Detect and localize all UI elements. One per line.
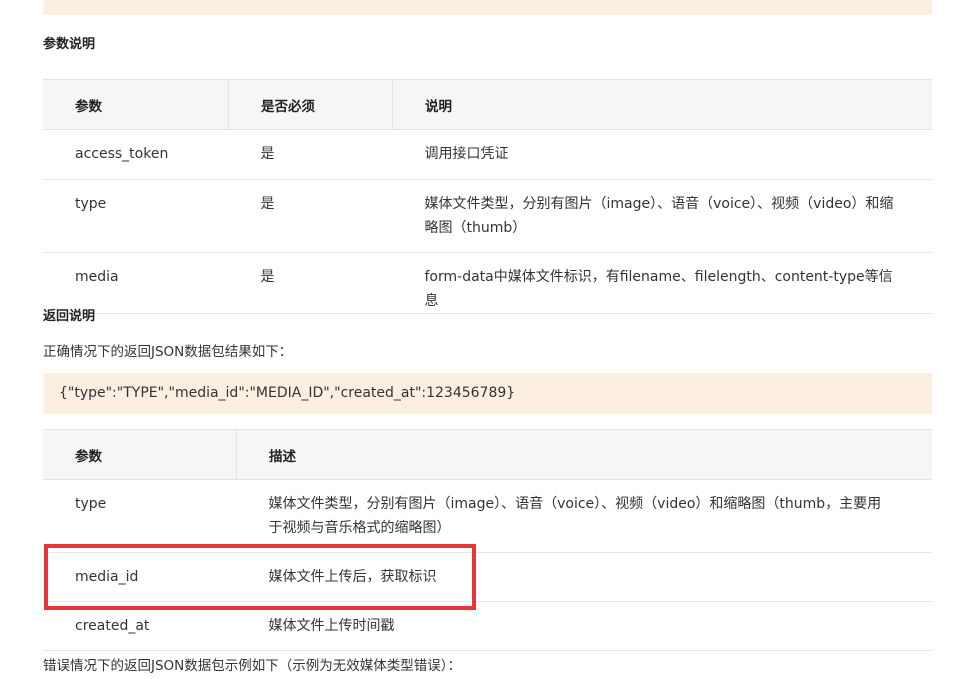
param-desc: 调用接口凭证 [392, 129, 932, 180]
table-row: type 是 媒体文件类型，分别有图片（image）、语音（voice）、视频（… [43, 179, 932, 253]
return-param-desc: 媒体文件类型，分别有图片（image）、语音（voice）、视频（video）和… [236, 479, 932, 553]
param-name: type [43, 179, 229, 253]
success-intro: 正确情况下的返回JSON数据包结果如下： [43, 344, 293, 360]
param-required: 是 [228, 129, 393, 180]
params-header-required: 是否必须 [228, 79, 393, 130]
param-name: access_token [43, 129, 229, 180]
table-row: access_token 是 调用接口凭证 [43, 129, 932, 180]
param-required: 是 [228, 252, 393, 314]
params-heading: 参数说明 [43, 37, 96, 52]
return-heading: 返回说明 [43, 309, 96, 324]
error-intro: 错误情况下的返回JSON数据包示例如下（示例为无效媒体类型错误）： [43, 658, 462, 674]
param-desc: 媒体文件类型，分别有图片（image）、语音（voice）、视频（video）和… [392, 179, 932, 253]
param-required: 是 [228, 179, 393, 253]
table-row: media 是 form-data中媒体文件标识，有filename、filel… [43, 252, 932, 314]
params-table-header-row: 参数 是否必须 说明 [43, 79, 932, 130]
return-table-header-row: 参数 描述 [43, 429, 932, 480]
previous-code-block [43, 0, 932, 15]
table-row: type 媒体文件类型，分别有图片（image）、语音（voice）、视频（vi… [43, 479, 932, 553]
success-json-code-block: {"type":"TYPE","media_id":"MEDIA_ID","cr… [43, 373, 932, 414]
params-table: 参数 是否必须 说明 access_token 是 调用接口凭证 type 是 … [43, 79, 932, 314]
param-desc: form-data中媒体文件标识，有filename、filelength、co… [392, 252, 932, 314]
return-param-name: type [43, 479, 237, 553]
return-header-param: 参数 [43, 429, 237, 480]
return-table: 参数 描述 type 媒体文件类型，分别有图片（image）、语音（voice）… [43, 429, 932, 651]
highlight-annotation-box [44, 544, 476, 610]
params-header-param: 参数 [43, 79, 229, 130]
params-header-desc: 说明 [392, 79, 932, 130]
return-header-desc: 描述 [236, 429, 932, 480]
